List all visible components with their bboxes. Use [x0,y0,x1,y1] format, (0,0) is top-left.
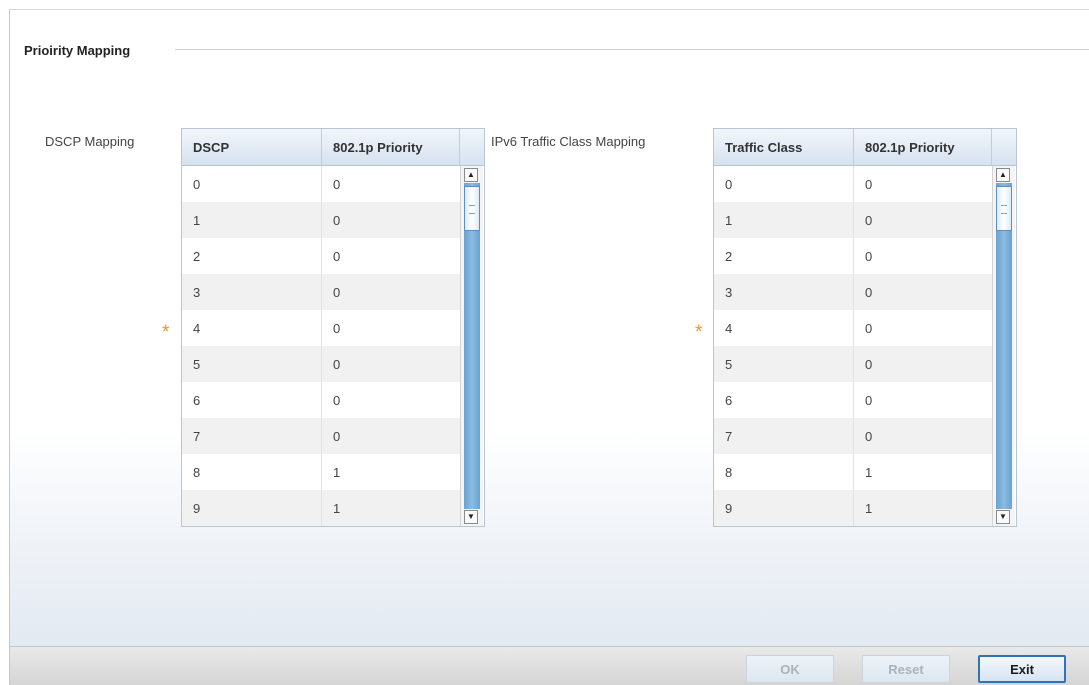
table-row[interactable]: 10 [182,202,460,238]
grid-header: DSCP 802.1p Priority [182,129,484,166]
table-cell: 0 [182,166,322,202]
table-cell: 5 [182,346,322,382]
table-cell[interactable]: 0 [854,238,992,274]
table-row[interactable]: 50 [714,346,992,382]
header-spacer [460,129,482,165]
table-cell: 3 [182,274,322,310]
table-cell[interactable]: 1 [322,454,460,490]
table-row[interactable]: 60 [182,382,460,418]
table-cell: 1 [714,202,854,238]
dscp-scrollbar[interactable]: ▲ ▼ [460,166,483,526]
column-header-priority[interactable]: 802.1p Priority [322,129,460,165]
table-cell[interactable]: 0 [322,346,460,382]
table-row[interactable]: 81 [714,454,992,490]
reset-button[interactable]: Reset [862,655,950,683]
table-cell[interactable]: 0 [854,310,992,346]
table-cell: 2 [714,238,854,274]
table-cell: 7 [714,418,854,454]
exit-button[interactable]: Exit [978,655,1066,683]
table-cell: 4 [182,310,322,346]
ipv6-mapping-grid: Traffic Class 802.1p Priority 0010203040… [713,128,1017,527]
table-cell[interactable]: 0 [854,274,992,310]
table-row[interactable]: 20 [182,238,460,274]
table-row[interactable]: 40 [182,310,460,346]
table-row[interactable]: 20 [714,238,992,274]
scroll-up-arrow-icon[interactable]: ▲ [464,168,478,182]
table-row[interactable]: 60 [714,382,992,418]
table-cell[interactable]: 0 [322,382,460,418]
table-row[interactable]: 91 [182,490,460,526]
table-row[interactable]: 70 [182,418,460,454]
scroll-track[interactable] [464,183,480,509]
ipv6-mapping-label: IPv6 Traffic Class Mapping [491,134,646,149]
table-cell: 6 [714,382,854,418]
table-row[interactable]: 70 [714,418,992,454]
ok-button[interactable]: OK [746,655,834,683]
table-cell: 8 [714,454,854,490]
table-cell: 3 [714,274,854,310]
table-cell: 1 [182,202,322,238]
button-bar: OK Reset Exit [10,646,1089,685]
table-row[interactable]: 40 [714,310,992,346]
scroll-up-arrow-icon[interactable]: ▲ [996,168,1010,182]
table-cell: 9 [714,490,854,526]
scroll-down-arrow-icon[interactable]: ▼ [996,510,1010,524]
table-cell: 7 [182,418,322,454]
table-cell: 2 [182,238,322,274]
table-cell: 5 [714,346,854,382]
scroll-thumb[interactable] [996,186,1012,231]
scroll-down-arrow-icon[interactable]: ▼ [464,510,478,524]
table-cell[interactable]: 0 [322,310,460,346]
section-title: Prioirity Mapping [24,43,131,58]
column-header-dscp[interactable]: DSCP [182,129,322,165]
table-row[interactable]: 30 [182,274,460,310]
table-row[interactable]: 00 [182,166,460,202]
table-cell[interactable]: 0 [854,382,992,418]
table-row[interactable]: 10 [714,202,992,238]
table-cell: 6 [182,382,322,418]
grid-header: Traffic Class 802.1p Priority [714,129,1016,166]
column-header-priority[interactable]: 802.1p Priority [854,129,992,165]
table-cell[interactable]: 0 [854,418,992,454]
scroll-track[interactable] [996,183,1012,509]
table-row[interactable]: 50 [182,346,460,382]
table-row[interactable]: 81 [182,454,460,490]
section-divider [175,49,1089,50]
dscp-required-star: * [162,322,170,343]
table-cell[interactable]: 1 [854,454,992,490]
scroll-thumb[interactable] [464,186,480,231]
column-header-traffic-class[interactable]: Traffic Class [714,129,854,165]
dscp-mapping-label: DSCP Mapping [45,134,135,149]
table-cell[interactable]: 0 [322,202,460,238]
table-cell[interactable]: 1 [854,490,992,526]
ipv6-scrollbar[interactable]: ▲ ▼ [992,166,1015,526]
table-cell[interactable]: 0 [322,274,460,310]
dscp-mapping-grid: DSCP 802.1p Priority 0010203040506070819… [181,128,485,527]
dscp-rows: 00102030405060708191 [182,166,460,526]
table-row[interactable]: 00 [714,166,992,202]
table-cell[interactable]: 0 [854,166,992,202]
table-cell[interactable]: 0 [322,238,460,274]
table-cell: 8 [182,454,322,490]
table-cell[interactable]: 1 [322,490,460,526]
header-spacer [992,129,1014,165]
table-cell: 9 [182,490,322,526]
table-cell: 4 [714,310,854,346]
table-row[interactable]: 30 [714,274,992,310]
ipv6-rows: 00102030405060708191 [714,166,992,526]
ipv6-required-star: * [695,322,703,343]
table-cell[interactable]: 0 [322,166,460,202]
table-row[interactable]: 91 [714,490,992,526]
table-cell[interactable]: 0 [854,346,992,382]
priority-mapping-panel: Prioirity Mapping DSCP Mapping * DSCP 80… [9,9,1089,685]
table-cell[interactable]: 0 [322,418,460,454]
table-cell: 0 [714,166,854,202]
table-cell[interactable]: 0 [854,202,992,238]
